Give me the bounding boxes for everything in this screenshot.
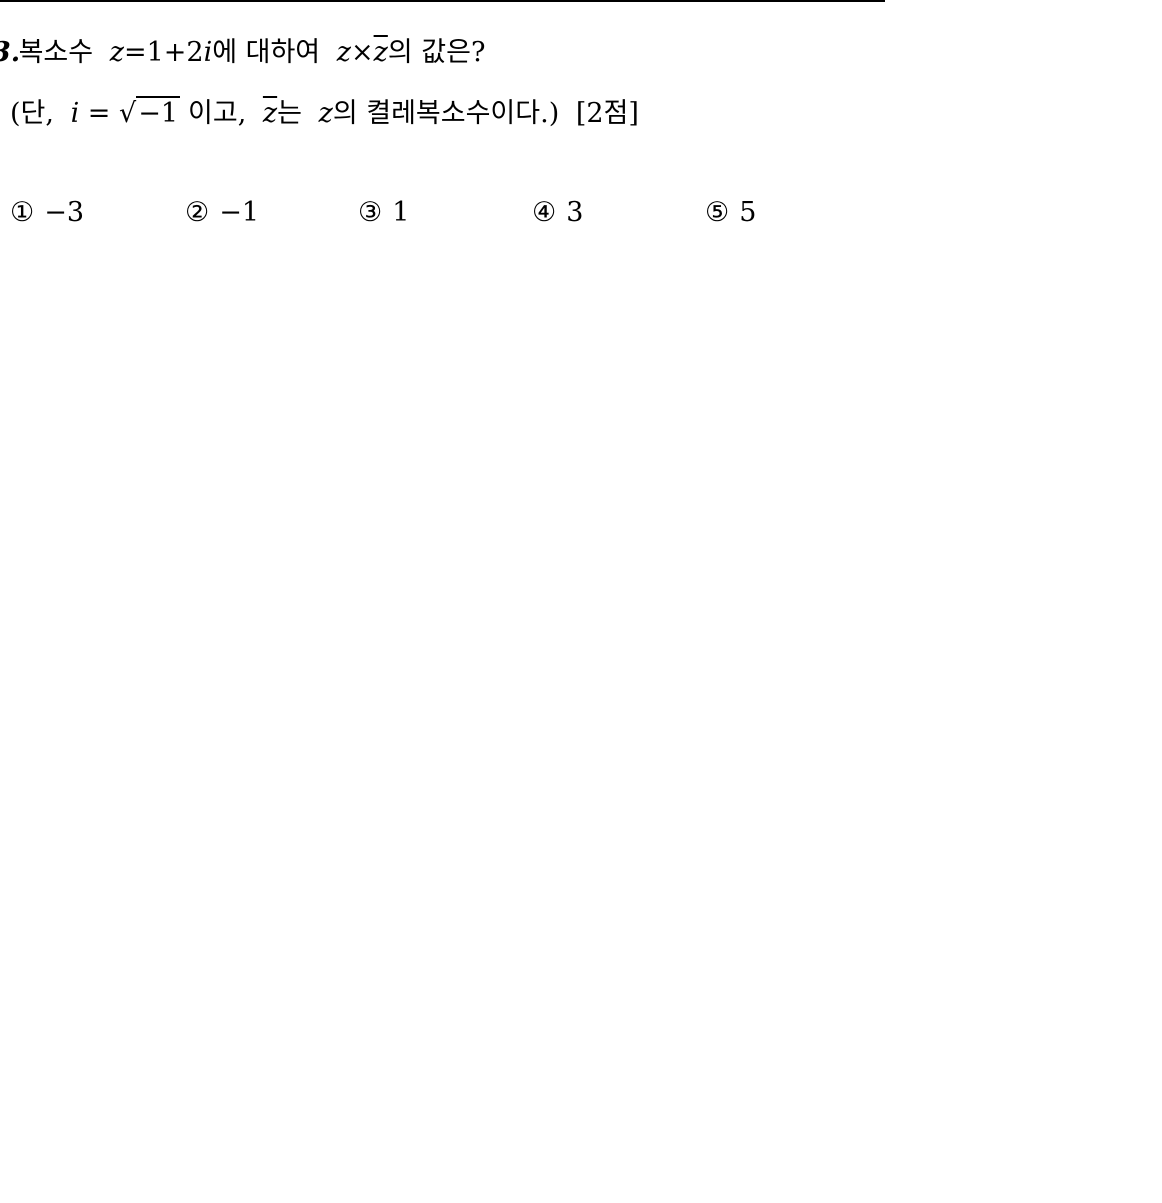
- answer-choices: ① −3 ② −1 ③1 ④3 ⑤5: [10, 196, 790, 230]
- sqrt-icon: √: [119, 98, 137, 129]
- var-z: z: [109, 37, 124, 68]
- cond-var-i: i: [70, 98, 80, 129]
- condition-mid: 이고,: [188, 98, 247, 129]
- condition-neun: 는: [277, 98, 302, 129]
- choice-5[interactable]: ⑤5: [705, 196, 756, 230]
- cond-var-z: z: [318, 98, 333, 129]
- sqrt-radicand: −1: [136, 96, 181, 129]
- condition-open: (단,: [10, 98, 54, 129]
- choice-3[interactable]: ③1: [358, 196, 409, 230]
- stem-tail: 의 값은?: [387, 37, 486, 68]
- question-stem: 3. 복소수 z=1+2i에 대하여 z×z의 값은?: [0, 36, 485, 70]
- choice-value: 5: [739, 197, 757, 228]
- var-z-again: z: [336, 37, 351, 68]
- var-i: i: [203, 37, 213, 68]
- choice-marker: ④: [532, 197, 557, 228]
- choice-2[interactable]: ② −1: [185, 196, 259, 230]
- choice-value: 3: [566, 197, 584, 228]
- choice-value: −1: [219, 197, 260, 228]
- choice-marker: ①: [10, 197, 35, 228]
- choice-marker: ②: [185, 197, 210, 228]
- choice-marker: ③: [358, 197, 383, 228]
- choice-marker: ⑤: [705, 197, 730, 228]
- top-divider: [0, 0, 885, 2]
- expr-equals: =1+2: [123, 37, 204, 68]
- var-z-conjugate: z: [373, 37, 388, 68]
- cond-var-z-conjugate: z: [262, 98, 278, 129]
- choice-value: −3: [44, 197, 85, 228]
- choice-value: 1: [392, 197, 410, 228]
- choice-4[interactable]: ④3: [532, 196, 583, 230]
- stem-postposition: 에 대하여: [212, 37, 321, 68]
- times-sign: ×: [350, 37, 374, 68]
- question-number: 3.: [0, 37, 21, 68]
- stem-lead: 복소수: [18, 37, 94, 68]
- question-condition: (단, i = √−1 이고, z는 z의 켤레복소수이다.) [2점]: [10, 96, 639, 131]
- cond-equals: =: [87, 98, 111, 129]
- points-label: [2점]: [575, 98, 639, 129]
- condition-tail: 의 켤레복소수이다.): [332, 98, 560, 129]
- choice-1[interactable]: ① −3: [10, 196, 84, 230]
